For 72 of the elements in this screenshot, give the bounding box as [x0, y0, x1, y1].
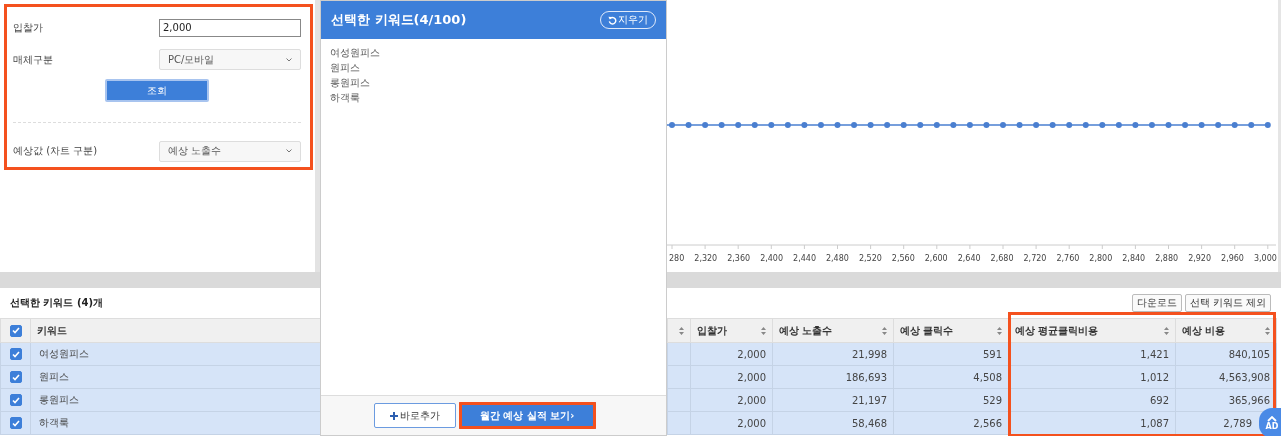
column-header[interactable]: 예상 비용 [1175, 318, 1277, 343]
refresh-icon [608, 15, 617, 25]
table-cell: 21,998 [772, 342, 894, 366]
table-cell: 58,468 [772, 411, 894, 435]
axis-tick-label: 2,960 [1221, 254, 1244, 263]
chevron-up-icon [1267, 415, 1277, 422]
field-label: 입찰가 [13, 20, 43, 35]
keyword-item: 여성원피스 [330, 46, 381, 60]
checkbox[interactable] [9, 348, 22, 360]
axis-tick-label: 2,520 [858, 254, 882, 263]
table-cell: 4,508 [893, 365, 1009, 389]
table-cell: 186,693 [772, 365, 894, 389]
header-label: 예상 평균클릭비용 [1015, 323, 1099, 338]
column-header[interactable]: 예상 평균클릭비용 [1008, 318, 1176, 343]
column-header[interactable]: 예상 노출수 [772, 318, 894, 343]
axis-tick-label: 2,360 [727, 254, 751, 263]
table-cell: 2,566 [893, 411, 1009, 435]
exclude-button[interactable]: 선택 키워드 제외 [1184, 294, 1271, 312]
axis-tick-label: 2,440 [793, 254, 816, 263]
table-cell: 529 [893, 388, 1009, 412]
chevron-down-icon [286, 149, 292, 154]
axis-tick-label: 280 [669, 254, 685, 263]
sort-icon[interactable] [1265, 326, 1270, 335]
axis-tick-label: 2,600 [924, 254, 948, 263]
axis-tick-label: 2,760 [1056, 254, 1080, 263]
axis-tick-label: 2,680 [990, 254, 1014, 263]
field-label: 예상값 (차트 구분) [13, 144, 98, 159]
axis-tick-label: 2,880 [1155, 254, 1179, 263]
header-label: 키워드 [37, 323, 67, 338]
header-label: 예상 비용 [1182, 323, 1226, 338]
checkbox[interactable] [9, 371, 22, 383]
media-select[interactable]: PC/모바일 [159, 49, 301, 71]
table-cell: 21,197 [772, 388, 894, 412]
add-button[interactable]: 바로추가 [373, 403, 456, 428]
checkbox[interactable] [9, 417, 22, 429]
header-label: 예상 노출수 [779, 323, 833, 338]
axis-tick-label: 2,560 [891, 254, 915, 263]
sort-icon[interactable] [1164, 326, 1169, 335]
column-header[interactable] [667, 318, 691, 343]
axis-tick-label: 2,400 [760, 254, 784, 263]
column-header[interactable]: 입찰가 [690, 318, 773, 343]
plus-icon [389, 411, 398, 420]
axis-tick-label: 2,920 [1188, 254, 1212, 263]
axis-tick-label: 2,640 [957, 254, 981, 263]
chevron-down-icon [286, 57, 292, 62]
section-title: 선택한 키워드 (4)개 [10, 296, 104, 310]
bid-input[interactable]: 2,000 [159, 18, 301, 37]
keyword-item: 원피스 [330, 61, 361, 75]
column-header[interactable]: 예상 클릭수 [893, 318, 1009, 343]
checkbox[interactable] [9, 394, 22, 406]
axis-tick-label: 2,480 [826, 254, 849, 263]
header-label: 입찰가 [697, 323, 727, 338]
axis-tick-label: 2,840 [1122, 254, 1146, 263]
keyword-item: 하객룩 [330, 91, 361, 105]
search-button[interactable]: 조회 [105, 79, 209, 103]
axis-tick-label: 2,720 [1023, 254, 1047, 263]
sort-icon[interactable] [882, 326, 887, 335]
chart-select[interactable]: 예상 노출수 [159, 140, 301, 162]
modal-title: 선택한 키워드(4/100) [331, 11, 467, 29]
keyword-item: 롱원피스 [330, 76, 371, 90]
monthly-forecast-button[interactable]: 월간 예상 실적 보기› [458, 402, 596, 429]
axis-tick-label: 3,000 [1253, 254, 1277, 263]
field-label: 매체구분 [13, 52, 53, 67]
sort-icon[interactable] [761, 326, 766, 335]
sort-icon[interactable] [997, 326, 1002, 335]
axis-tick-label: 2,800 [1089, 254, 1113, 263]
header-label: 예상 클릭수 [900, 323, 954, 338]
download-button[interactable]: 다운로드 [1131, 294, 1182, 312]
table-cell: 591 [893, 342, 1009, 366]
sort-icon[interactable] [679, 326, 684, 335]
axis-tick-label: 2,320 [694, 254, 718, 263]
checkbox[interactable] [9, 324, 22, 337]
